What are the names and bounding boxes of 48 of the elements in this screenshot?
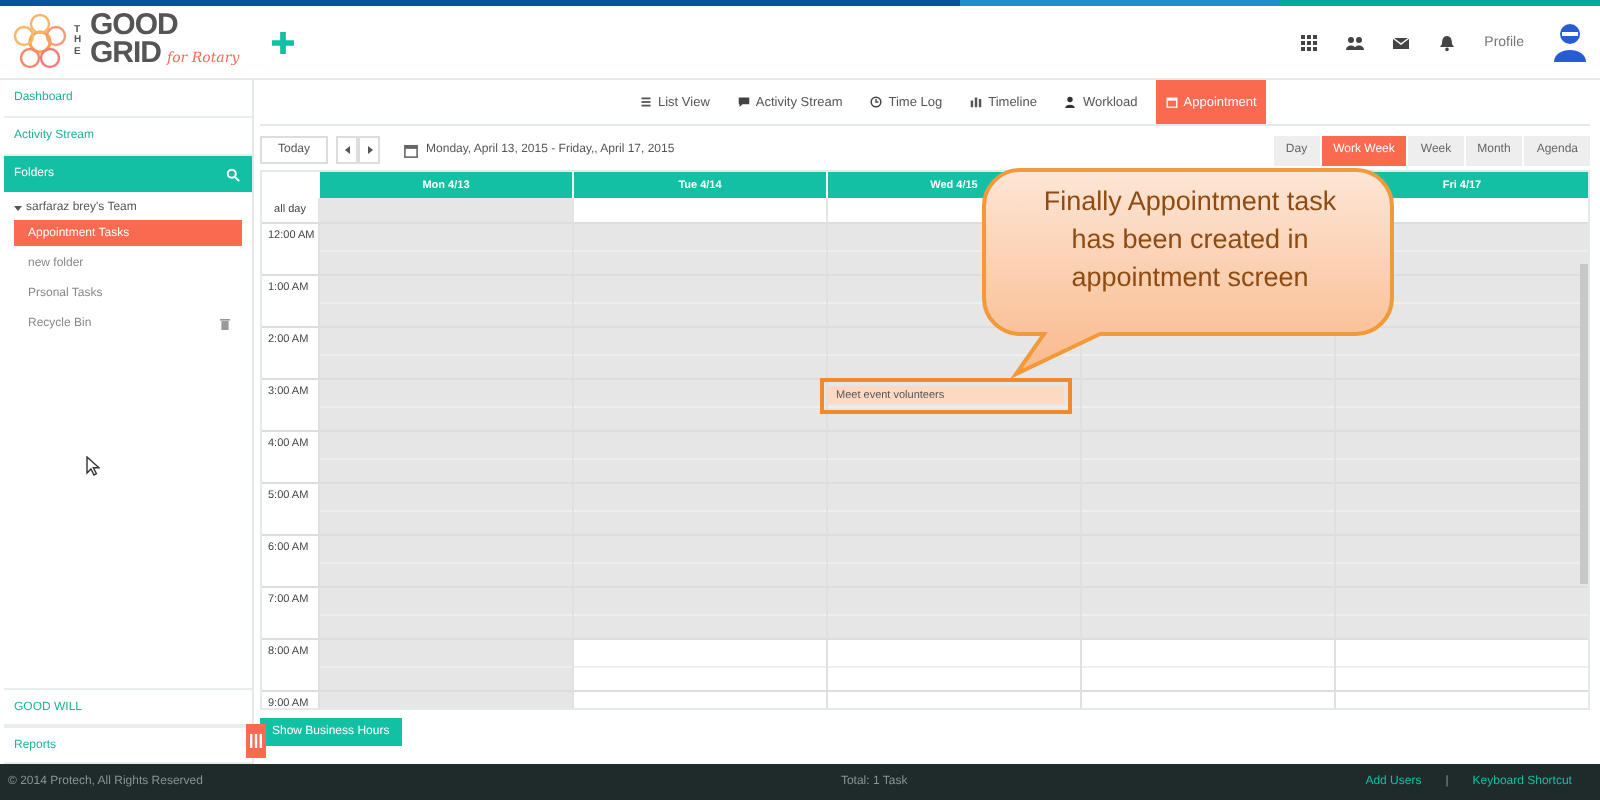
calendar-cell[interactable]: [1080, 640, 1334, 692]
search-icon[interactable]: [226, 167, 240, 181]
caret-down-icon[interactable]: [14, 204, 22, 212]
grid-icon[interactable]: [1300, 33, 1319, 51]
logo-text: GRID: [90, 40, 161, 68]
calendar-cell[interactable]: [318, 276, 572, 328]
calendar-cell[interactable]: [1334, 588, 1588, 640]
flower-logo-icon: [12, 12, 68, 72]
calendar-cell[interactable]: [318, 224, 572, 276]
calendar-cell[interactable]: [572, 380, 826, 432]
logo-text: GOOD: [90, 12, 180, 40]
person-icon: [1064, 96, 1077, 108]
calendar-cell[interactable]: [318, 328, 572, 380]
people-icon[interactable]: [1346, 33, 1365, 51]
calendar-cell[interactable]: [572, 224, 826, 276]
calendar-cell[interactable]: [318, 432, 572, 484]
avatar-icon[interactable]: [1552, 22, 1588, 62]
calendar-icon: [1165, 96, 1178, 108]
calendar-cell[interactable]: [318, 380, 572, 432]
plus-icon[interactable]: [271, 31, 294, 53]
calendar-cell[interactable]: [572, 640, 826, 692]
list-icon: [640, 96, 652, 108]
calendar-icon: [404, 143, 419, 157]
bell-icon[interactable]: [1438, 33, 1457, 51]
calendar-cell[interactable]: [318, 536, 572, 588]
mouse-pointer-icon: [86, 456, 100, 476]
bars-icon: [250, 734, 262, 748]
calendar-cell[interactable]: [318, 640, 572, 692]
all-day-cell[interactable]: [318, 198, 572, 224]
calendar-cell[interactable]: [572, 588, 826, 640]
calendar-cell[interactable]: [1334, 640, 1588, 692]
previous-button[interactable]: [336, 136, 359, 164]
trash-icon[interactable]: [220, 317, 230, 329]
bar-chart-icon: [970, 96, 983, 108]
caret-left-icon: [343, 146, 352, 154]
sidebar-toggle-button[interactable]: [246, 724, 266, 758]
calendar-cell[interactable]: [318, 588, 572, 640]
calendar-cell[interactable]: [572, 328, 826, 380]
calendar-cell[interactable]: [826, 588, 1080, 640]
envelope-icon[interactable]: [1392, 33, 1411, 51]
next-button[interactable]: [358, 136, 381, 164]
calendar-cell[interactable]: [1080, 588, 1334, 640]
calendar-cell[interactable]: [826, 640, 1080, 692]
clock-icon: [870, 96, 883, 108]
speech-bubble-icon: [737, 96, 750, 108]
caret-right-icon: [365, 146, 374, 154]
calendar-cell[interactable]: [318, 484, 572, 536]
calendar-cell[interactable]: [1334, 536, 1588, 588]
